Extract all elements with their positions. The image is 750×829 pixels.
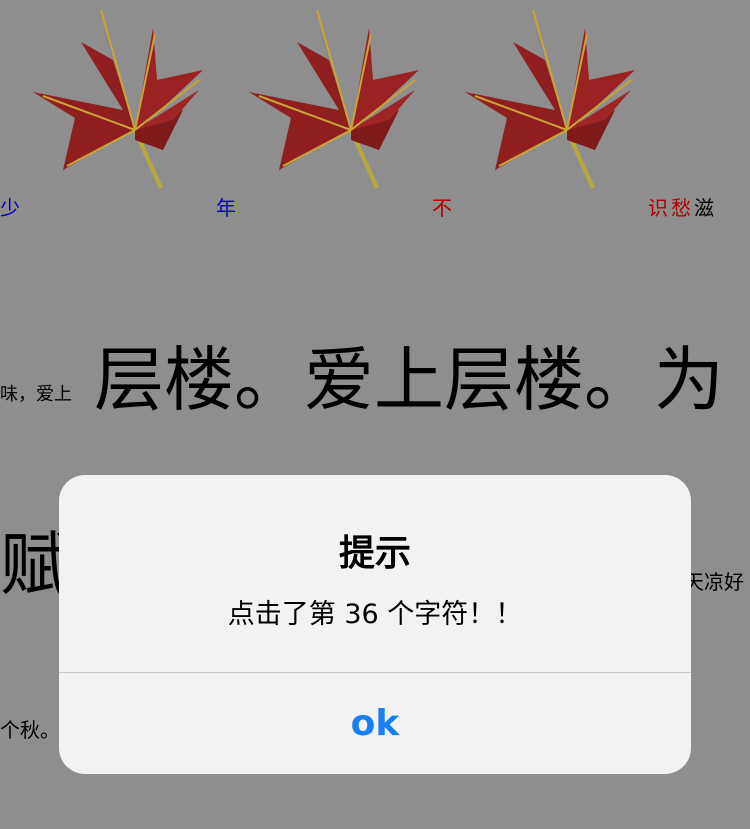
alert-message: 点击了第 36 个字符！！ (227, 599, 523, 630)
line4-text[interactable]: 个秋。 (0, 720, 60, 740)
maple-leaf-image-3 (455, 0, 645, 192)
line2-prefix-text[interactable]: 味，爱上 (0, 386, 72, 404)
maple-leaf-image-2 (239, 0, 429, 192)
char-zi[interactable]: 滋 (694, 198, 714, 218)
line2-large-text[interactable]: 层楼。爱上层楼。为 (94, 345, 724, 415)
char-shi[interactable]: 识 (648, 198, 668, 218)
maple-leaf-image-1 (23, 0, 213, 192)
char-bu[interactable]: 不 (432, 198, 452, 218)
char-shao[interactable]: 少 (0, 198, 20, 218)
char-nian[interactable]: 年 (216, 198, 236, 218)
ok-button[interactable]: ok (59, 673, 691, 774)
char-chou[interactable]: 愁 (671, 198, 691, 218)
alert-title: 提示 (338, 533, 411, 574)
